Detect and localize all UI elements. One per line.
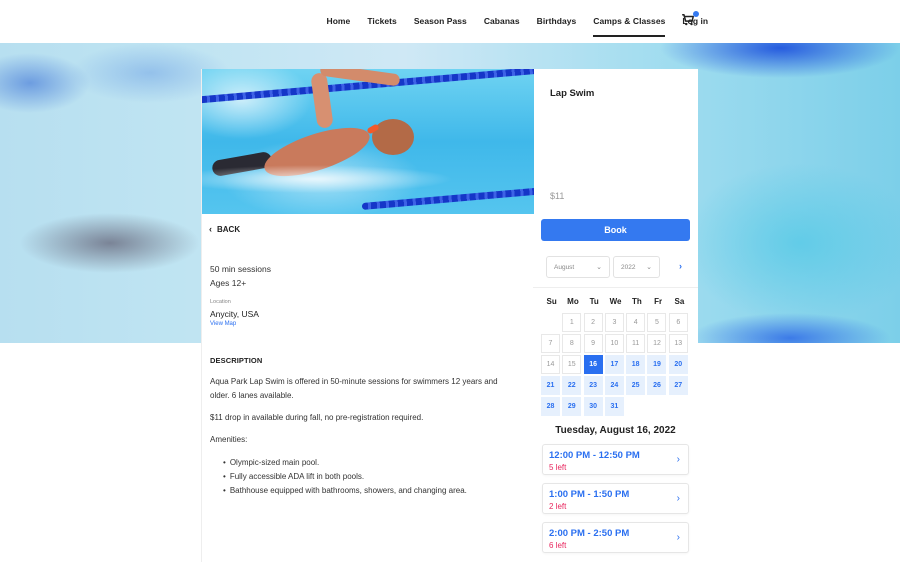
weekday-label: Tu (589, 297, 599, 306)
calendar-day-available[interactable]: 22 (562, 376, 582, 395)
calendar-day-unavailable: 15 (562, 355, 582, 374)
product-card: ‹ BACK 50 min sessions Ages 12+ Location… (201, 69, 698, 562)
calendar-day-available[interactable]: 29 (562, 397, 582, 416)
chevron-right-icon: › (676, 493, 680, 504)
age-requirement: Ages 12+ (210, 278, 247, 288)
calendar-day-available[interactable]: 28 (541, 397, 560, 416)
amenities-list: Olympic-sized main pool. Fully accessibl… (223, 456, 467, 498)
calendar-day-unavailable: 6 (668, 313, 688, 332)
back-label: BACK (217, 224, 241, 234)
month-select[interactable]: August ⌄ (546, 256, 610, 278)
calendar-day-unavailable: 2 (583, 313, 603, 332)
calendar-day-selected[interactable]: 16 (583, 355, 603, 374)
session-length: 50 min sessions (210, 264, 271, 274)
weekday-label: Fr (654, 297, 663, 306)
view-map-link[interactable]: View Map (210, 321, 236, 327)
amenity-item: Olympic-sized main pool. (223, 456, 467, 470)
slot-remaining: 6 left (549, 541, 567, 550)
product-title: Lap Swim (550, 88, 595, 99)
calendar-day-available[interactable]: 30 (583, 397, 603, 416)
amenity-item: Fully accessible ADA lift in both pools. (223, 470, 467, 484)
calendar-day-available[interactable]: 27 (668, 376, 688, 395)
calendar-day-available[interactable]: 25 (626, 376, 646, 395)
calendar-day-unavailable: 10 (604, 334, 624, 353)
slot-remaining: 5 left (549, 463, 567, 472)
slot-time: 1:00 PM - 1:50 PM (549, 489, 630, 500)
book-button[interactable]: Book (541, 219, 690, 241)
calendar-day-unavailable: 12 (647, 334, 667, 353)
calendar-day-unavailable: 7 (541, 334, 560, 353)
weekday-label: Th (631, 297, 642, 306)
main-nav: Home Tickets Season Pass Cabanas Birthda… (318, 0, 717, 43)
nav-tickets[interactable]: Tickets (367, 0, 397, 43)
description-heading: DESCRIPTION (210, 356, 263, 365)
nav-home[interactable]: Home (327, 0, 351, 43)
slot-remaining: 2 left (549, 502, 567, 511)
year-select-value: 2022 (621, 263, 636, 271)
product-details: ‹ BACK 50 min sessions Ages 12+ Location… (201, 69, 534, 562)
calendar-day-unavailable: 3 (604, 313, 624, 332)
calendar-day-unavailable: 1 (562, 313, 582, 332)
chevron-right-icon: › (676, 532, 680, 543)
calendar-day-unavailable: 8 (562, 334, 582, 353)
calendar-day-unavailable: 13 (668, 334, 688, 353)
location-label: Location (210, 299, 231, 305)
nav-season-pass[interactable]: Season Pass (414, 0, 467, 43)
month-select-value: August (554, 263, 575, 271)
weekday-label: Su (546, 297, 557, 306)
calendar-day-available[interactable]: 18 (626, 355, 646, 374)
product-image (202, 69, 534, 214)
nav-camps-classes[interactable]: Camps & Classes (593, 0, 666, 43)
calendar-day-available[interactable]: 19 (647, 355, 667, 374)
description-paragraph: $11 drop in available during fall, no pr… (210, 413, 424, 422)
product-price: $11 (550, 191, 565, 201)
year-select[interactable]: 2022 ⌄ (613, 256, 660, 278)
nav-birthdays[interactable]: Birthdays (537, 0, 577, 43)
cart-badge (693, 11, 699, 17)
calendar-day-available[interactable]: 20 (668, 355, 688, 374)
next-month-button[interactable]: › (679, 261, 682, 271)
weekday-label: We (609, 297, 622, 306)
calendar-day-available[interactable]: 17 (604, 355, 624, 374)
amenities-label: Amenities: (210, 435, 248, 444)
calendar-day-unavailable: 4 (626, 313, 646, 332)
chevron-down-icon: ⌄ (596, 264, 602, 271)
cart-button[interactable] (681, 11, 699, 29)
back-link[interactable]: ‹ BACK (209, 224, 240, 234)
site-header: Home Tickets Season Pass Cabanas Birthda… (0, 0, 900, 43)
weekday-header: Su Mo Tu We Th Fr Sa (541, 297, 691, 309)
selected-date: Tuesday, August 16, 2022 (555, 425, 676, 436)
calendar-day-available[interactable]: 31 (604, 397, 624, 416)
calendar-days: 1 2 3 4 5 6 7 8 9 10 11 12 13 14 15 16 17 18 19 20 21 22 23 24 2… (541, 313, 691, 416)
amenity-item: Bathhouse equipped with bathrooms, showe… (223, 484, 467, 498)
location-value: Anycity, USA (210, 309, 259, 319)
booking-panel: Lap Swim $11 Book August ⌄ 2022 ⌄ › Su M… (533, 69, 698, 562)
divider (533, 287, 698, 288)
swimmer-head (372, 119, 414, 155)
chevron-down-icon: ⌄ (646, 264, 652, 271)
nav-cabanas[interactable]: Cabanas (484, 0, 520, 43)
swimmer-arm (310, 72, 334, 129)
description-paragraph: Aqua Park Lap Swim is offered in 50-minu… (210, 377, 498, 400)
calendar-day-unavailable: 14 (541, 355, 560, 374)
calendar-day-unavailable: 11 (626, 334, 646, 353)
calendar: Su Mo Tu We Th Fr Sa 1 2 3 4 5 6 7 8 9 10 11 12 13 14… (541, 297, 691, 416)
calendar-day-unavailable: 5 (647, 313, 667, 332)
chevron-right-icon: › (676, 454, 680, 465)
weekday-label: Sa (674, 297, 685, 306)
calendar-day-available[interactable]: 23 (583, 376, 603, 395)
weekday-label: Mo (567, 297, 579, 306)
time-slot[interactable]: 12:00 PM - 12:50 PM 5 left › (542, 444, 689, 475)
water-splash (202, 164, 534, 194)
time-slot[interactable]: 2:00 PM - 2:50 PM 6 left › (542, 522, 689, 553)
calendar-day-available[interactable]: 21 (541, 376, 560, 395)
slot-time: 12:00 PM - 12:50 PM (549, 450, 640, 461)
slot-time: 2:00 PM - 2:50 PM (549, 528, 630, 539)
calendar-day-available[interactable]: 24 (604, 376, 624, 395)
time-slot[interactable]: 1:00 PM - 1:50 PM 2 left › (542, 483, 689, 514)
calendar-day-available[interactable]: 26 (647, 376, 667, 395)
calendar-empty-cell (541, 313, 560, 332)
chevron-left-icon: ‹ (209, 224, 212, 234)
calendar-day-unavailable: 9 (583, 334, 603, 353)
